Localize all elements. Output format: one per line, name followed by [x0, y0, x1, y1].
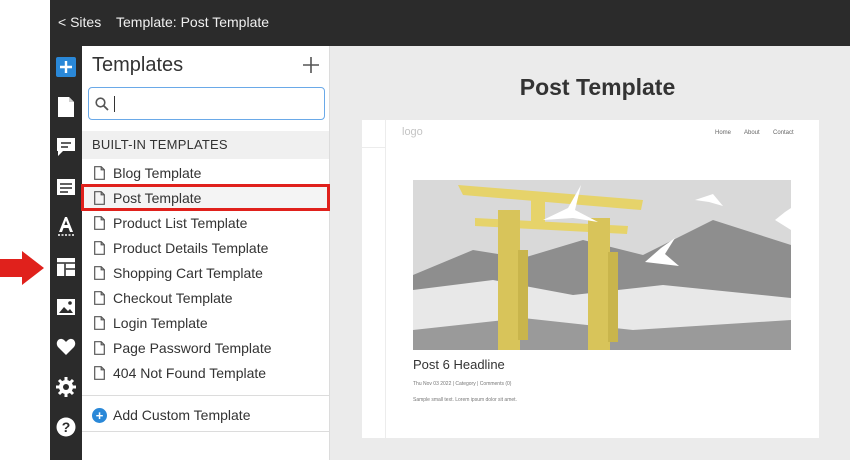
settings-icon[interactable] [55, 376, 77, 398]
panel-title: Templates [92, 54, 184, 76]
document-icon [94, 315, 105, 330]
document-icon [94, 290, 105, 305]
red-arrow-annotation [0, 251, 44, 285]
page-icon[interactable] [55, 96, 77, 118]
top-bar: < Sites Template: Post Template [50, 0, 850, 46]
template-item-page-password[interactable]: Page Password Template [82, 335, 329, 360]
preview-logo: logo [402, 126, 423, 138]
image-icon[interactable] [55, 296, 77, 318]
add-custom-template-label: Add Custom Template [113, 407, 251, 423]
post-body-text: Sample small text. Lorem ipsum dolor sit… [413, 397, 517, 403]
form-icon[interactable] [55, 176, 77, 198]
document-icon [94, 365, 105, 380]
template-list: Blog Template Post Template Product List… [81, 160, 330, 385]
preview-page[interactable]: logo Home About Contact Post 6 Headline … [362, 120, 819, 438]
page-gutter [362, 120, 386, 438]
document-icon [94, 190, 105, 205]
document-icon [94, 240, 105, 255]
post-meta: Thu Nov 03 2022 | Category | Comments (0… [413, 381, 512, 387]
app-root: < Sites Template: Post Template ? Templa… [0, 0, 850, 460]
svg-text:?: ? [62, 419, 71, 435]
template-item-blog[interactable]: Blog Template [82, 160, 329, 185]
template-label: Shopping Cart Template [113, 264, 263, 281]
template-label: 404 Not Found Template [113, 364, 267, 381]
divider [82, 431, 329, 432]
template-item-shopping-cart[interactable]: Shopping Cart Template [82, 260, 329, 285]
document-icon [94, 265, 105, 280]
gutter-divider [362, 147, 386, 148]
template-item-404[interactable]: 404 Not Found Template [82, 360, 329, 385]
preview-nav-home: Home [715, 130, 732, 136]
template-label: Checkout Template [113, 289, 233, 306]
icon-rail: ? [50, 46, 82, 460]
hero-image [413, 180, 791, 350]
template-item-login[interactable]: Login Template [82, 310, 329, 335]
text-cursor [114, 96, 115, 112]
search-input[interactable] [113, 94, 313, 114]
heart-icon[interactable] [55, 336, 77, 358]
templates-icon[interactable] [55, 256, 77, 278]
help-icon[interactable]: ? [55, 416, 77, 438]
template-label: Login Template [113, 314, 208, 331]
search-box[interactable] [88, 87, 325, 120]
plus-circle-icon: + [92, 407, 107, 423]
template-label: Post Template [113, 189, 202, 206]
template-item-product-list[interactable]: Product List Template [82, 210, 329, 235]
template-item-checkout[interactable]: Checkout Template [82, 285, 329, 310]
template-label: Product List Template [113, 214, 248, 231]
template-item-post[interactable]: Post Template [81, 184, 330, 211]
template-label: Page Password Template [113, 339, 272, 356]
preview-title: Post Template [519, 74, 676, 100]
document-icon [94, 340, 105, 355]
preview-nav-about: About [744, 130, 760, 136]
add-icon[interactable] [55, 56, 77, 78]
preview-nav-contact: Contact [773, 130, 794, 136]
template-preview-area: Post Template logo Home About Contact Po… [330, 46, 850, 460]
back-to-sites-link[interactable]: < Sites [58, 14, 101, 30]
document-icon [94, 165, 105, 180]
text-style-icon[interactable] [55, 216, 77, 238]
templates-panel: Templates BUILT-IN TEMPLATES Blog Templa… [81, 46, 330, 460]
post-headline: Post 6 Headline [413, 357, 505, 372]
add-template-icon[interactable] [301, 55, 321, 75]
add-custom-template-button[interactable]: + Add Custom Template [92, 405, 250, 425]
document-icon [94, 215, 105, 230]
page-title: Template: Post Template [116, 14, 270, 30]
template-label: Blog Template [113, 164, 202, 181]
search-icon [95, 97, 109, 111]
divider [82, 395, 329, 396]
built-in-templates-heading: BUILT-IN TEMPLATES [82, 131, 329, 159]
template-item-product-details[interactable]: Product Details Template [82, 235, 329, 260]
template-label: Product Details Template [113, 239, 269, 256]
comment-icon[interactable] [55, 136, 77, 158]
